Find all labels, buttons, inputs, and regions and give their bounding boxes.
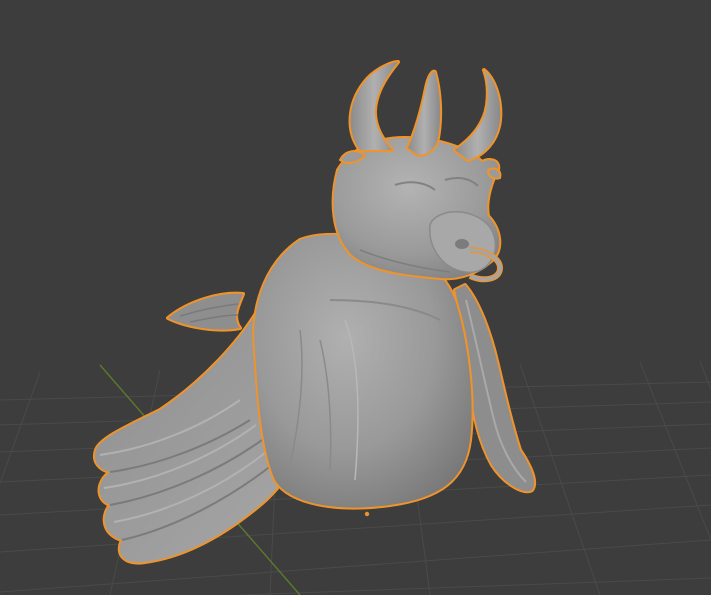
3d-viewport[interactable] [0,0,711,595]
object-origin-marker [364,511,370,517]
viewport-canvas[interactable] [0,0,711,595]
